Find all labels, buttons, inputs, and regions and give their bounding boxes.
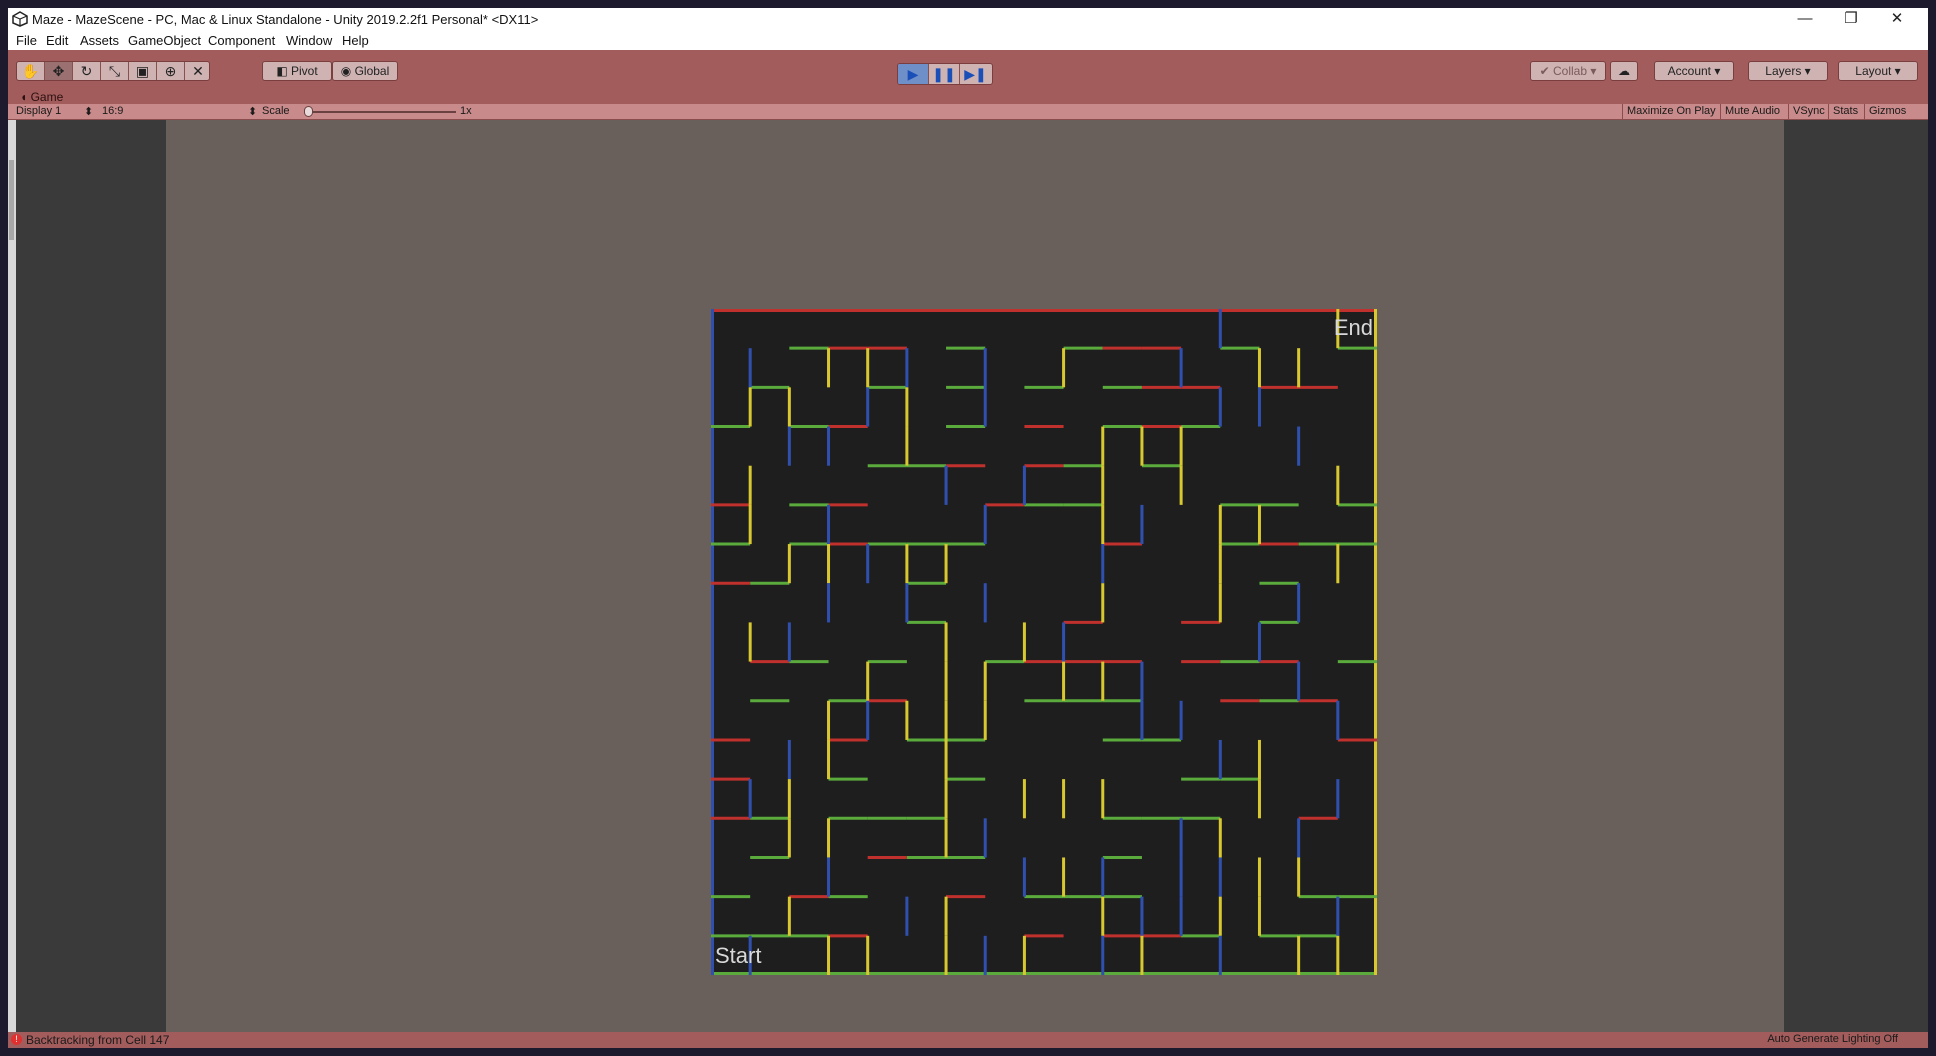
title-bar: Maze - MazeScene - PC, Mac & Linux Stand… bbox=[8, 8, 1928, 32]
menu-gameobject[interactable]: GameObject bbox=[128, 33, 201, 48]
mute-audio-toggle[interactable]: Mute Audio bbox=[1720, 104, 1784, 119]
game-tab[interactable]: ◖ Game bbox=[8, 90, 1928, 104]
lighting-status[interactable]: Auto Generate Lighting Off bbox=[1767, 1033, 1898, 1045]
transform-icon[interactable]: ⊕ bbox=[157, 62, 185, 80]
maze-start-label: Start bbox=[715, 943, 762, 968]
menu-help[interactable]: Help bbox=[342, 33, 369, 48]
scale-slider-track[interactable] bbox=[308, 111, 456, 113]
minimize-button[interactable]: — bbox=[1782, 8, 1828, 32]
aspect-dropdown[interactable]: 16:9 bbox=[102, 105, 123, 117]
game-canvas[interactable]: End Start bbox=[166, 120, 1784, 1032]
game-tab-label: ◖ Game bbox=[20, 90, 64, 104]
maze-walls bbox=[711, 309, 1377, 975]
layers-dropdown[interactable]: Layers ▾ bbox=[1748, 61, 1828, 81]
stats-toggle[interactable]: Stats bbox=[1828, 104, 1862, 119]
layout-label: Layout bbox=[1855, 64, 1892, 78]
unity-logo-icon bbox=[12, 11, 28, 27]
collab-button[interactable]: ✔ Collab ▾ bbox=[1530, 61, 1606, 81]
maximize-on-play-toggle[interactable]: Maximize On Play bbox=[1622, 104, 1720, 119]
menu-assets[interactable]: Assets bbox=[80, 33, 119, 48]
collab-label: Collab bbox=[1553, 64, 1588, 78]
rotate-icon[interactable]: ↻ bbox=[73, 62, 101, 80]
pivot-label: Pivot bbox=[290, 64, 318, 78]
menu-window[interactable]: Window bbox=[286, 33, 332, 48]
global-label: Global bbox=[354, 64, 390, 78]
scrollbar-thumb[interactable] bbox=[9, 160, 14, 240]
unity-editor-window: Maze - MazeScene - PC, Mac & Linux Stand… bbox=[8, 8, 1928, 1048]
left-scrollbar[interactable] bbox=[8, 120, 16, 1032]
step-icon[interactable]: ▶❚ bbox=[960, 64, 991, 84]
status-bar: ! Backtracking from Cell 147 Auto Genera… bbox=[8, 1032, 1928, 1048]
maze-grid: End Start bbox=[711, 309, 1377, 975]
maze-end-label: End bbox=[1333, 315, 1373, 340]
cloud-icon[interactable]: ☁ bbox=[1610, 61, 1638, 81]
vsync-toggle[interactable]: VSync bbox=[1788, 104, 1829, 119]
scale-icon[interactable]: ⤡ bbox=[101, 62, 129, 80]
warning-icon: ! bbox=[11, 1034, 22, 1045]
move-icon[interactable]: ✥ bbox=[45, 62, 73, 80]
restore-button[interactable]: ❐ bbox=[1828, 8, 1874, 32]
custom-tool-icon[interactable]: ✕ bbox=[185, 62, 209, 80]
game-view[interactable]: End Start bbox=[16, 120, 1928, 1032]
os-taskbar bbox=[0, 1048, 1936, 1056]
layers-label: Layers bbox=[1765, 64, 1802, 78]
play-icon[interactable]: ▶ bbox=[898, 64, 929, 84]
menu-bar: File Edit Assets GameObject Component Wi… bbox=[8, 32, 1928, 50]
main-toolbar: ✋ ✥ ↻ ⤡ ▣ ⊕ ✕ ◧ Pivot ◉ Global ▶ ❚❚ ▶❚ ✔… bbox=[8, 50, 1928, 90]
display-dropdown[interactable]: Display 1 bbox=[16, 105, 61, 117]
pivot-button[interactable]: ◧ Pivot bbox=[262, 61, 332, 81]
close-button[interactable]: ✕ bbox=[1874, 8, 1920, 32]
rect-icon[interactable]: ▣ bbox=[129, 62, 157, 80]
display-dropdown-arrow: ⬍ bbox=[84, 106, 94, 118]
status-message[interactable]: Backtracking from Cell 147 bbox=[26, 1033, 169, 1047]
game-tab-title: Game bbox=[30, 90, 64, 104]
gizmos-dropdown[interactable]: Gizmos bbox=[1864, 104, 1910, 119]
playback-controls: ▶ ❚❚ ▶❚ bbox=[897, 63, 993, 85]
hand-icon[interactable]: ✋ bbox=[17, 62, 45, 80]
game-view-toolbar: Display 1 ⬍ 16:9 ⬍ Scale 1x Maximize On … bbox=[8, 104, 1928, 120]
window-title: Maze - MazeScene - PC, Mac & Linux Stand… bbox=[32, 12, 539, 27]
global-button[interactable]: ◉ Global bbox=[332, 61, 398, 81]
menu-file[interactable]: File bbox=[16, 33, 37, 48]
layout-dropdown[interactable]: Layout ▾ bbox=[1838, 61, 1918, 81]
account-label: Account bbox=[1667, 64, 1711, 78]
menu-edit[interactable]: Edit bbox=[46, 33, 68, 48]
pause-icon[interactable]: ❚❚ bbox=[929, 64, 960, 84]
scale-label: Scale bbox=[262, 105, 290, 117]
menu-component[interactable]: Component bbox=[208, 33, 275, 48]
scale-value: 1x bbox=[460, 105, 472, 117]
account-dropdown[interactable]: Account ▾ bbox=[1654, 61, 1734, 81]
transform-tools: ✋ ✥ ↻ ⤡ ▣ ⊕ ✕ bbox=[16, 61, 210, 81]
scale-slider-handle[interactable] bbox=[304, 106, 313, 117]
aspect-dropdown-arrow: ⬍ bbox=[248, 106, 258, 118]
